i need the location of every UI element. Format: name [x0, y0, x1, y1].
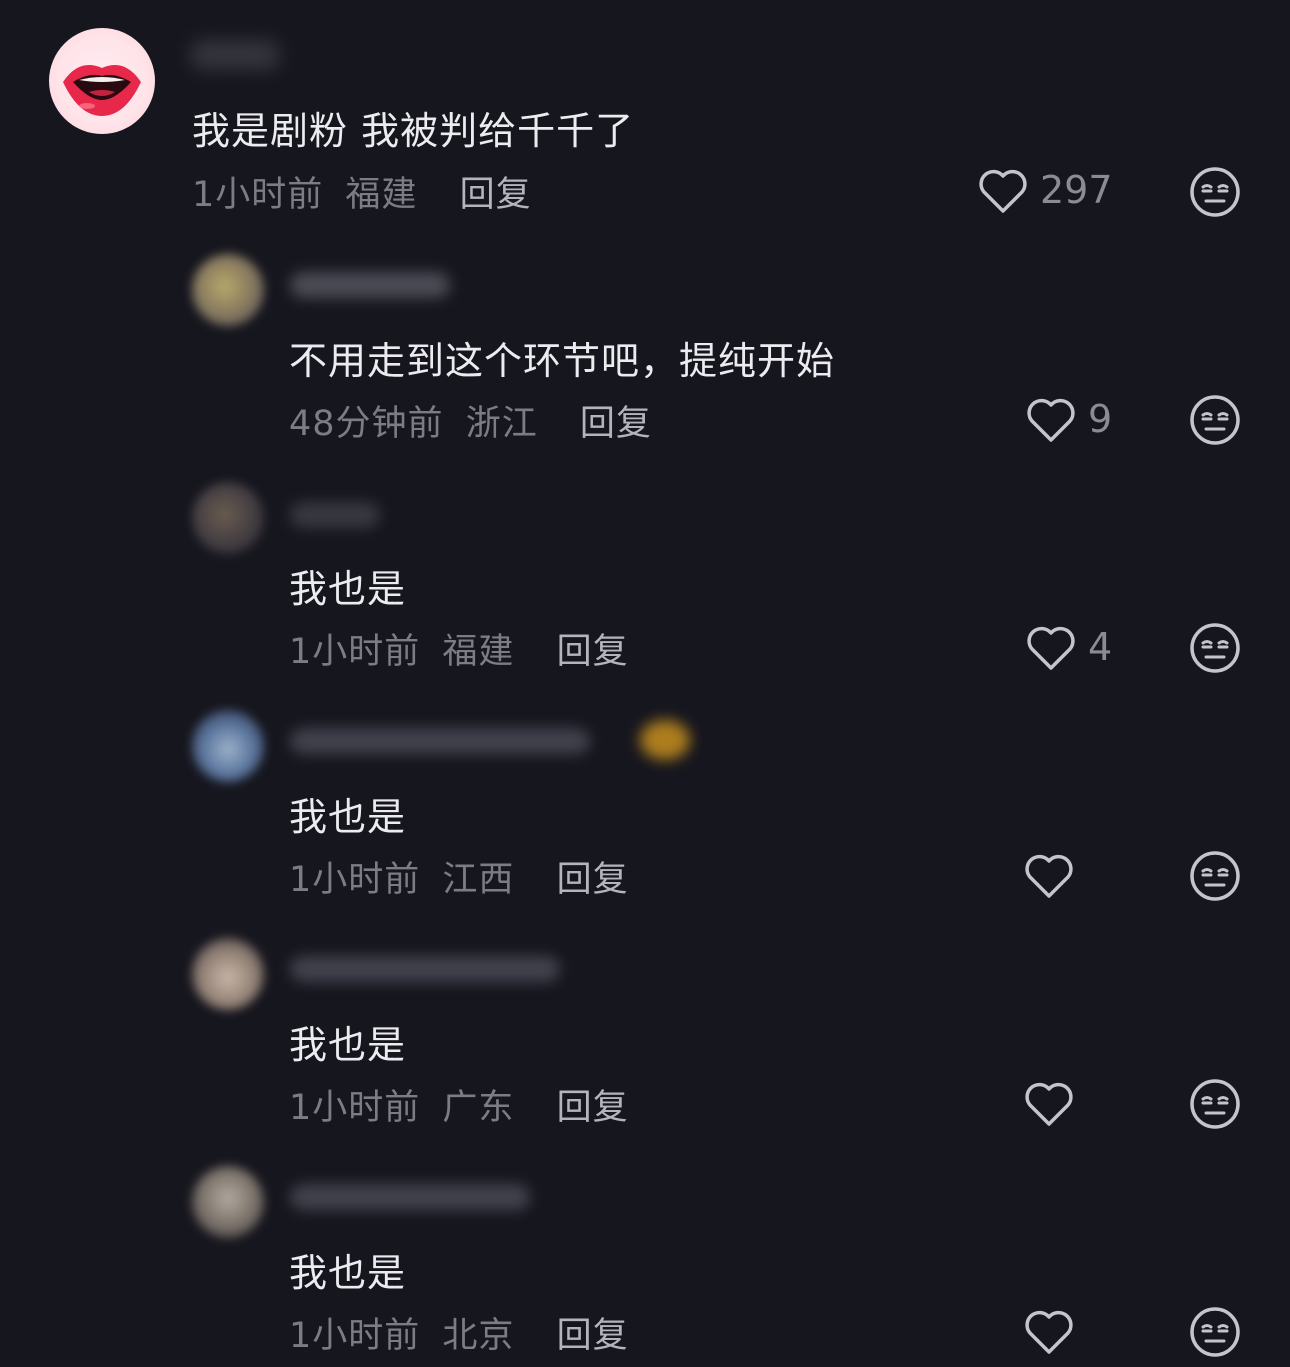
dislike-button[interactable]: [1189, 1078, 1241, 1130]
heart-outline-icon: [1027, 398, 1075, 442]
comment-meta: 1小时前 江西 回复: [289, 851, 629, 902]
comment-text: 我也是: [289, 567, 407, 611]
comment-location: 北京: [442, 1316, 515, 1356]
unamused-face-icon: [1190, 623, 1240, 673]
comment-location: 广东: [442, 1088, 515, 1128]
dislike-button[interactable]: [1189, 166, 1241, 218]
heart-outline-icon: [1027, 626, 1075, 670]
avatar[interactable]: [49, 28, 155, 134]
avatar[interactable]: [192, 1166, 264, 1238]
like-count: 9: [1088, 397, 1113, 441]
like-button[interactable]: [1022, 850, 1086, 900]
dislike-button[interactable]: [1189, 394, 1241, 446]
avatar[interactable]: [192, 254, 264, 326]
heart-outline-icon: [1025, 1082, 1073, 1126]
unamused-face-icon: [1190, 851, 1240, 901]
comment-time: 1小时前: [289, 632, 421, 672]
comment-meta: 1小时前 福建 回复: [289, 623, 629, 674]
reply-button[interactable]: 回复: [557, 1088, 629, 1128]
unamused-face-icon: [1190, 1307, 1240, 1357]
comment-text: 我也是: [289, 795, 407, 839]
comment-time: 1小时前: [289, 1088, 421, 1128]
avatar[interactable]: [192, 938, 264, 1010]
heart-outline-icon: [1025, 1310, 1073, 1354]
comment-text: 我是剧粉 我被判给千千了: [192, 109, 635, 153]
dislike-button[interactable]: [1189, 622, 1241, 674]
comment-text: 不用走到这个环节吧，提纯开始: [289, 339, 836, 383]
reply-button[interactable]: 回复: [580, 404, 652, 444]
reply-button[interactable]: 回复: [557, 632, 629, 672]
like-count: 297: [1040, 168, 1113, 212]
comment-location: 福建: [442, 632, 515, 672]
comment-meta: 1小时前 福建 回复: [192, 166, 532, 217]
unamused-face-icon: [1190, 1079, 1240, 1129]
comment-time: 1小时前: [289, 860, 421, 900]
reply-button[interactable]: 回复: [460, 175, 532, 215]
like-count: 4: [1088, 625, 1113, 669]
dislike-button[interactable]: [1189, 1306, 1241, 1358]
comment-text: 我也是: [289, 1023, 407, 1067]
reply-button[interactable]: 回复: [557, 860, 629, 900]
comment-meta: 1小时前 广东 回复: [289, 1079, 629, 1130]
avatar[interactable]: [192, 710, 264, 782]
like-button[interactable]: 297: [976, 165, 1113, 215]
reply-button[interactable]: 回复: [557, 1316, 629, 1356]
comment-time: 1小时前: [289, 1316, 421, 1356]
comment-text: 我也是: [289, 1251, 407, 1295]
comment-location: 江西: [442, 860, 515, 900]
comment-time: 48分钟前: [289, 404, 444, 444]
username-blurred[interactable]: [290, 272, 450, 298]
heart-outline-icon: [979, 169, 1027, 213]
username-blurred[interactable]: [190, 40, 280, 70]
username-blurred[interactable]: [290, 728, 590, 754]
avatar[interactable]: [192, 482, 264, 554]
username-emoji-blurred: [640, 720, 690, 760]
like-button[interactable]: 4: [1024, 622, 1112, 672]
username-blurred[interactable]: [290, 956, 560, 982]
comment-location: 浙江: [465, 404, 538, 444]
like-button[interactable]: [1022, 1078, 1086, 1128]
dislike-button[interactable]: [1189, 850, 1241, 902]
unamused-face-icon: [1190, 167, 1240, 217]
comment-location: 福建: [345, 175, 418, 215]
comment-meta: 48分钟前 浙江 回复: [289, 395, 652, 446]
comment-time: 1小时前: [192, 175, 324, 215]
heart-outline-icon: [1025, 854, 1073, 898]
username-blurred[interactable]: [290, 1184, 530, 1210]
username-blurred[interactable]: [290, 502, 380, 528]
comment-meta: 1小时前 北京 回复: [289, 1307, 629, 1358]
lips-avatar-image: [63, 65, 141, 116]
like-button[interactable]: 9: [1024, 394, 1112, 444]
unamused-face-icon: [1190, 395, 1240, 445]
like-button[interactable]: [1022, 1306, 1086, 1356]
